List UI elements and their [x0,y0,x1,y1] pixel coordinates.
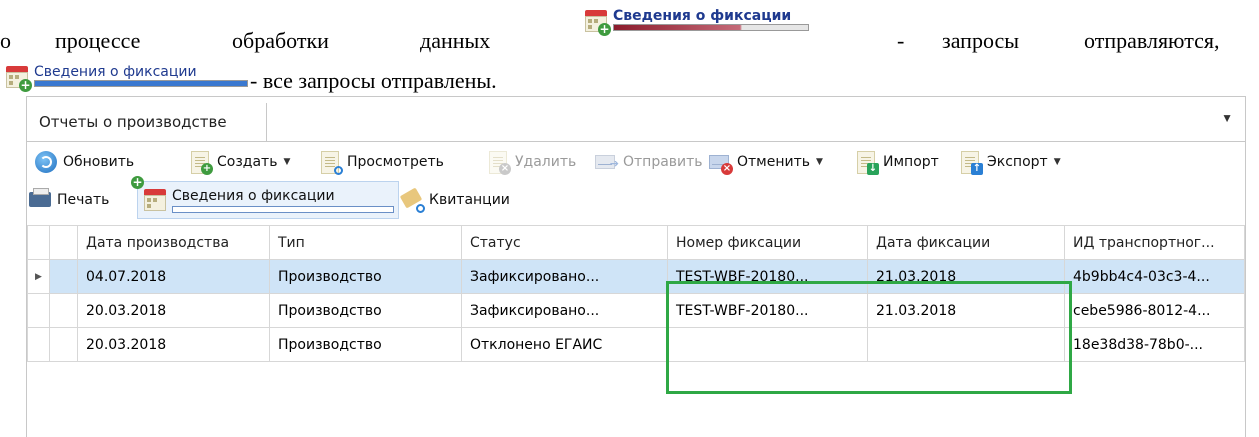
progress-bar-complete [34,80,248,87]
document-delete-icon: × [485,149,511,175]
export-label: Экспорт [987,154,1048,170]
table-row[interactable]: 20.03.2018 Производство Отклонено ЕГАИС … [27,327,1245,362]
cell: cebe5986-8012-4... [1064,293,1245,328]
calendar-add-icon: + [131,176,168,213]
text-line-1: о процессе обработки данных + Сведения о… [0,0,1259,62]
column-header[interactable]: ИД транспортног... [1064,225,1245,260]
create-label: Создать [217,154,278,170]
row-marker-icon: ▶ [27,259,50,294]
row-checkbox-cell[interactable] [49,293,78,328]
calendar-add-icon: + [583,8,611,36]
cancel-button[interactable]: × Отменить ▼ [707,147,823,177]
toolbar: Обновить + Создать ▼ Просмотреть × Удали… [27,143,1245,223]
calendar-add-icon: + [4,64,32,92]
cell: 21.03.2018 [867,293,1065,328]
export-button[interactable]: ↑ Экспорт ▼ [957,147,1061,177]
cell: TEST-WBF-20180... [667,293,868,328]
table-header-row: Дата производства Тип Статус Номер фикса… [27,225,1245,260]
delete-button[interactable]: × Удалить [485,147,576,177]
print-label: Печать [57,192,110,208]
fixation-info-button[interactable]: + Сведения о фиксации [131,176,399,219]
envelope-send-icon: ➔ [593,149,619,175]
cell: TEST-WBF-20180... [667,259,868,294]
table-row[interactable]: ▶ 04.07.2018 Производство Зафиксировано.… [27,259,1245,294]
cell: Производство [269,293,462,328]
word: - [897,28,905,53]
inline-fixation-label: Сведения о фиксации [613,8,792,24]
refresh-button[interactable]: Обновить [33,147,134,177]
row-marker-cell [27,293,50,328]
view-button[interactable]: Просмотреть [317,147,444,177]
send-label: Отправить [623,154,703,170]
envelope-cancel-icon: × [707,149,733,175]
create-button[interactable]: + Создать ▼ [187,147,290,177]
word: отправляются, [1084,28,1220,53]
word: обработки [232,28,329,53]
reports-panel: Отчеты о производстве ▼ Обновить + Созда… [26,96,1246,437]
document-export-icon: ↑ [957,149,983,175]
chevron-down-icon: ▼ [1053,157,1061,167]
reports-table: Дата производства Тип Статус Номер фикса… [27,225,1245,362]
cell [667,327,868,362]
cell: 20.03.2018 [77,293,270,328]
cell: Зафиксировано... [461,259,668,294]
fixation-info-label: Сведения о фиксации [172,187,335,204]
row-checkbox-cell[interactable] [49,259,78,294]
import-label: Импорт [883,154,939,170]
inline-fixation-sending: + Сведения о фиксации [583,8,809,36]
tab-bar: Отчеты о производстве ▼ [27,97,1245,142]
inline-fixation-sent: + Сведения о фиксации [4,64,248,92]
column-header[interactable]: Дата производства [77,225,270,260]
chevron-down-icon: ▼ [283,157,291,167]
cell: 18e38d38-78b0-... [1064,327,1245,362]
cell: Зафиксировано... [461,293,668,328]
column-header[interactable]: Статус [461,225,668,260]
row-checkbox-cell[interactable] [49,327,78,362]
column-header[interactable]: Дата фиксации [867,225,1065,260]
cell: Отклонено ЕГАИС [461,327,668,362]
column-header[interactable]: Тип [269,225,462,260]
inline-fixation-label: Сведения о фиксации [34,64,197,80]
word: запросы [942,28,1020,53]
cell: 04.07.2018 [77,259,270,294]
cell: 21.03.2018 [867,259,1065,294]
cell [867,327,1065,362]
document-add-icon: + [187,149,213,175]
cell: 4b9bb4c4-03c3-4... [1064,259,1245,294]
column-header[interactable]: Номер фиксации [667,225,868,260]
tabs-dropdown-icon[interactable]: ▼ [1221,111,1233,125]
cancel-label: Отменить [737,154,811,170]
line2-text: - все запросы отправлены. [250,68,497,93]
printer-icon [27,187,53,213]
progress-bar-sending [613,24,809,31]
delete-label: Удалить [515,154,577,170]
word: процессе [55,28,141,53]
cell: Производство [269,327,462,362]
cell: Производство [269,259,462,294]
import-button[interactable]: ↓ Импорт [853,147,939,177]
document-import-icon: ↓ [853,149,879,175]
send-button[interactable]: ➔ Отправить [593,147,703,177]
receipts-label: Квитанции [429,192,510,208]
cell: 20.03.2018 [77,327,270,362]
print-button[interactable]: Печать [27,185,109,215]
view-label: Просмотреть [347,154,444,170]
word: данных [420,28,491,53]
row-indicator-header [27,225,50,260]
refresh-icon [33,149,59,175]
receipts-button[interactable]: Квитанции [399,185,510,215]
checkbox-header [49,225,78,260]
row-marker-cell [27,327,50,362]
chevron-down-icon: ▼ [816,157,823,167]
progress-bar [172,205,394,213]
refresh-label: Обновить [63,154,135,170]
tag-search-icon [399,187,425,213]
word: о [0,28,11,53]
document-view-icon [317,149,343,175]
table-row[interactable]: 20.03.2018 Производство Зафиксировано...… [27,293,1245,328]
tab-production-reports[interactable]: Отчеты о производстве [27,103,267,141]
